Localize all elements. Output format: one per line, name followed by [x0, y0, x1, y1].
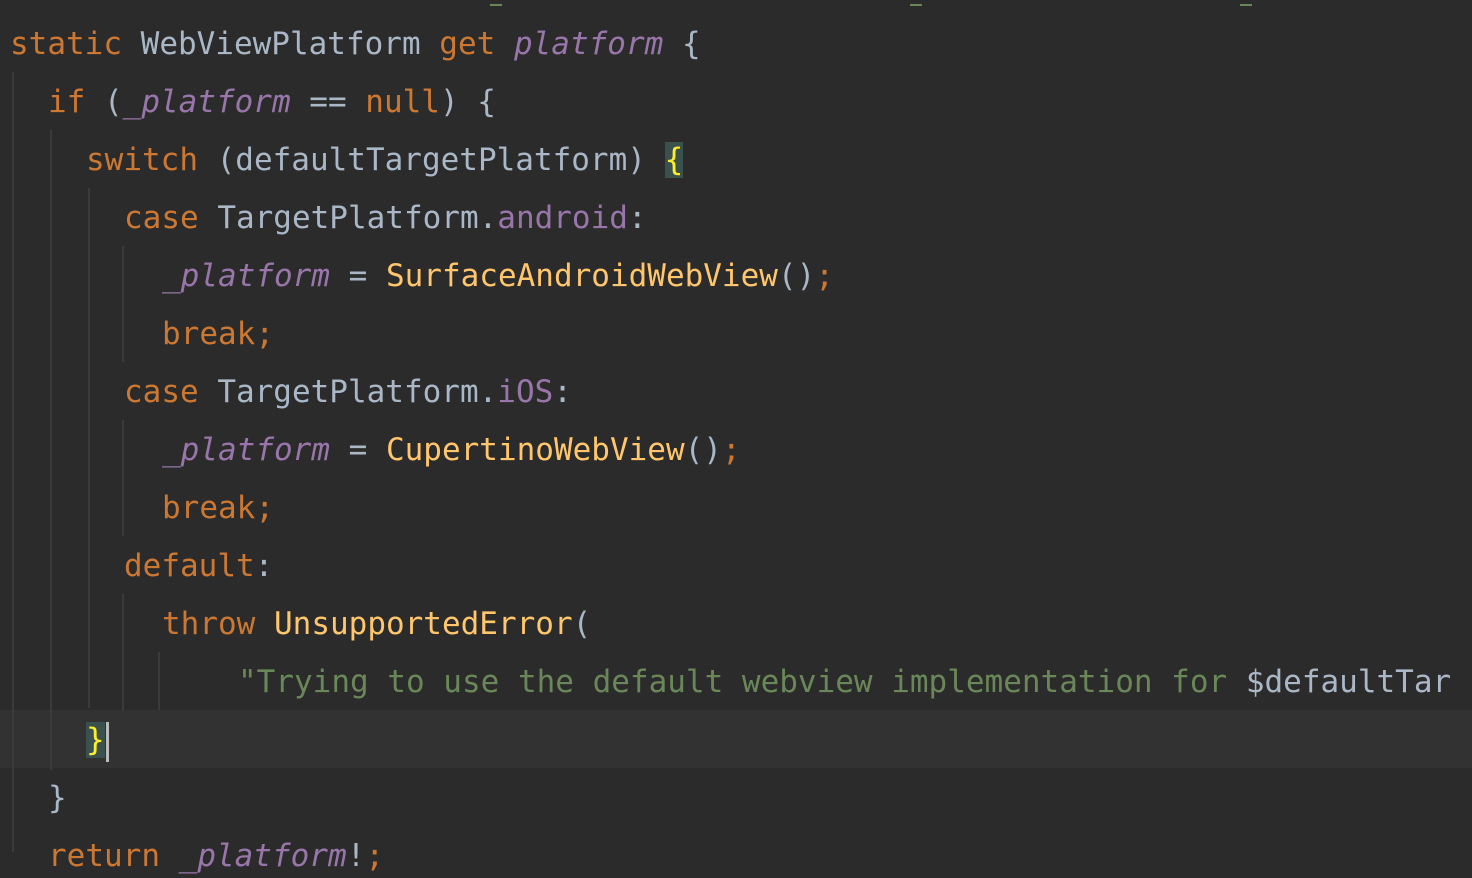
indent-guide [12, 72, 14, 852]
keyword: break [162, 316, 256, 352]
code-line-3[interactable]: switch (defaultTargetPlatform) { [86, 131, 684, 189]
keyword: default [124, 548, 255, 584]
keyword: switch [86, 142, 198, 178]
current-line-highlight [0, 710, 1472, 768]
code-line-10[interactable]: default: [124, 537, 273, 595]
code-line-13[interactable]: } [86, 711, 109, 769]
code-editor[interactable]: static WebViewPlatform get platform { if… [0, 0, 1472, 878]
enum-value: android [497, 200, 628, 236]
indent-guide [122, 594, 124, 710]
operator: == [290, 84, 366, 120]
punctuation: ( [85, 84, 123, 120]
class-ref: TargetPlatform. [198, 374, 498, 410]
code-line-11[interactable]: throw UnsupportedError( [162, 595, 591, 653]
punctuation: () [777, 258, 816, 294]
keyword: case [124, 374, 199, 410]
keyword: break [162, 490, 256, 526]
constructor-call: SurfaceAndroidWebView [385, 258, 778, 294]
indent-guide [122, 246, 124, 362]
keyword: static [10, 26, 122, 62]
punctuation: ) { [439, 84, 496, 120]
text-caret [105, 721, 109, 762]
previous-line-fragment [490, 0, 502, 6]
operator: = [329, 432, 386, 468]
semicolon: ; [721, 432, 741, 468]
code-line-9[interactable]: break; [162, 479, 274, 537]
string-interpolation: $defaultTar [1245, 664, 1452, 700]
code-line-15[interactable]: return _platform!; [48, 827, 384, 878]
constructor-call: UnsupportedError [274, 606, 573, 642]
punctuation: { [663, 26, 701, 62]
punctuation: () [684, 432, 722, 468]
punctuation: ( [572, 606, 592, 642]
matched-brace: } [86, 722, 105, 758]
field-ref: _platform [122, 84, 291, 120]
field-ref: _platform [178, 838, 347, 874]
code-line-5[interactable]: _platform = SurfaceAndroidWebView(); [162, 247, 834, 305]
keyword: case [124, 200, 199, 236]
code-line-4[interactable]: case TargetPlatform.android: [124, 189, 647, 247]
indent-guide [50, 130, 52, 770]
class-ref: TargetPlatform. [198, 200, 498, 236]
code-line-12[interactable]: "Trying to use the default webview imple… [238, 653, 1451, 711]
previous-line-fragment [1240, 0, 1252, 6]
keyword: get [439, 26, 496, 62]
closing-brace: } [48, 780, 67, 816]
keyword: throw [162, 606, 256, 642]
indent-guide [122, 420, 124, 536]
keyword: null [365, 84, 440, 120]
semicolon: ; [255, 316, 274, 352]
punctuation: : [627, 200, 647, 236]
type-name: WebViewPlatform [140, 26, 421, 62]
previous-line-fragment [910, 0, 922, 6]
code-line-6[interactable]: break; [162, 305, 274, 363]
indent-guide [158, 652, 160, 710]
indent-guide [88, 188, 90, 708]
field-ref: _platform [162, 432, 330, 468]
keyword: return [48, 838, 160, 874]
constructor-call: CupertinoWebView [385, 432, 685, 468]
operator: = [329, 258, 386, 294]
semicolon: ; [365, 838, 384, 874]
semicolon: ; [255, 490, 274, 526]
code-line-8[interactable]: _platform = CupertinoWebView(); [162, 421, 741, 479]
expression: (defaultTargetPlatform) [197, 142, 665, 178]
punctuation: : [553, 374, 572, 410]
punctuation: : [254, 548, 274, 584]
semicolon: ; [815, 258, 834, 294]
code-line-2[interactable]: if (_platform == null) { [48, 73, 496, 131]
string-literal: "Trying to use the default webview imple… [238, 664, 1246, 700]
code-line-7[interactable]: case TargetPlatform.iOS: [124, 363, 572, 421]
keyword: if [48, 84, 86, 120]
code-line-14[interactable]: } [48, 769, 67, 827]
matched-brace: { [664, 142, 684, 178]
enum-value: iOS [497, 374, 554, 410]
field-ref: _platform [162, 258, 330, 294]
code-line-1[interactable]: static WebViewPlatform get platform { [10, 15, 701, 73]
getter-name: platform [513, 26, 664, 62]
operator: ! [346, 838, 366, 874]
